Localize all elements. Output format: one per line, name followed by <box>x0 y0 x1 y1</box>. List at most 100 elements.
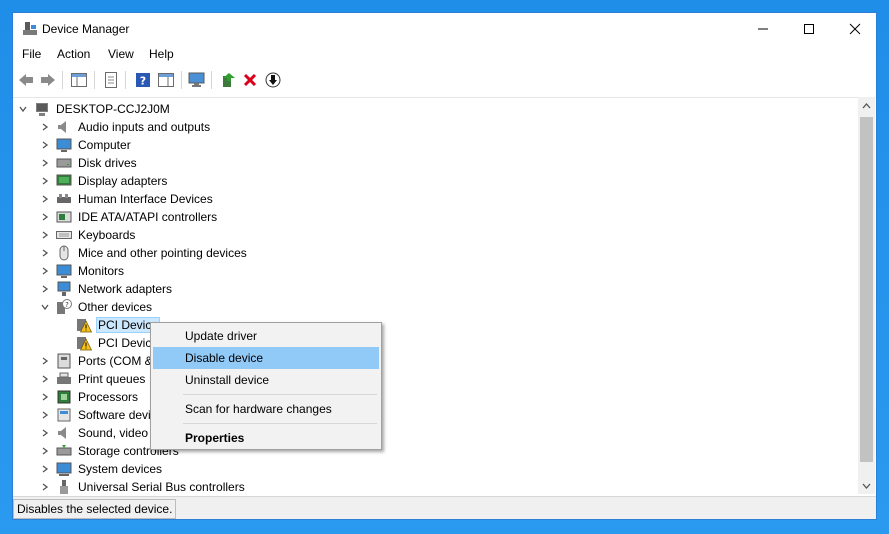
network-adapter-icon <box>56 281 72 297</box>
tree-root[interactable]: DESKTOP-CCJ2J0M <box>17 100 172 118</box>
back-icon <box>19 74 33 86</box>
unknown-device-icon: ? <box>56 299 72 315</box>
chevron-down-icon[interactable] <box>17 100 29 118</box>
tree-item-label: Mice and other pointing devices <box>78 246 247 260</box>
tree-item-monitors[interactable]: Monitors <box>39 262 126 280</box>
svg-text:?: ? <box>65 301 69 309</box>
close-button[interactable] <box>832 13 876 45</box>
uninstall-device-icon <box>243 73 257 87</box>
menu-item-disable-device[interactable]: Disable device <box>153 347 379 369</box>
scroll-thumb[interactable] <box>860 117 873 462</box>
disk-drive-icon <box>56 155 72 171</box>
tree-item-pci-device-1[interactable]: PCI Device <box>71 316 161 334</box>
update-driver-button[interactable] <box>218 70 238 90</box>
chevron-right-icon[interactable] <box>39 190 51 208</box>
software-device-icon <box>56 407 72 423</box>
tree-item-computer[interactable]: Computer <box>39 136 133 154</box>
chevron-right-icon[interactable] <box>39 280 51 298</box>
chevron-right-icon[interactable] <box>39 154 51 172</box>
chevron-right-icon[interactable] <box>39 172 51 190</box>
chevron-right-icon[interactable] <box>39 460 51 478</box>
tree-item-label: System devices <box>78 462 163 476</box>
display-adapter-icon <box>56 173 72 189</box>
chevron-right-icon[interactable] <box>39 370 51 388</box>
chevron-right-icon[interactable] <box>39 352 51 370</box>
disable-device-button[interactable] <box>263 70 283 90</box>
menu-view[interactable]: View <box>108 47 134 61</box>
system-device-icon <box>56 461 72 477</box>
menu-separator <box>183 423 377 424</box>
window-title: Device Manager <box>42 22 130 36</box>
tree-item-system-devices[interactable]: System devices <box>39 460 164 478</box>
tree-item-processors[interactable]: Processors <box>39 388 140 406</box>
tree-item-audio[interactable]: Audio inputs and outputs <box>39 118 212 136</box>
tree-item-keyboards[interactable]: Keyboards <box>39 226 137 244</box>
menu-item-properties[interactable]: Properties <box>153 427 379 449</box>
chevron-right-icon[interactable] <box>39 406 51 424</box>
menu-item-label: Scan for hardware changes <box>185 402 332 416</box>
keyboard-icon <box>56 227 72 243</box>
back-button[interactable] <box>16 70 36 90</box>
toolbar-separator <box>181 71 182 89</box>
chevron-right-icon[interactable] <box>39 262 51 280</box>
menu-item-scan-hardware[interactable]: Scan for hardware changes <box>153 398 379 420</box>
scroll-up-button[interactable] <box>858 97 875 114</box>
chevron-down-icon[interactable] <box>39 298 51 316</box>
tree-item-print-queues[interactable]: Print queues <box>39 370 147 388</box>
device-tree[interactable]: DESKTOP-CCJ2J0M Audio inputs and outputs… <box>13 97 858 495</box>
speaker-icon <box>56 119 72 135</box>
forward-button[interactable] <box>38 70 58 90</box>
chevron-right-icon[interactable] <box>39 244 51 262</box>
minimize-button[interactable] <box>740 13 786 45</box>
chevron-right-icon[interactable] <box>39 118 51 136</box>
maximize-button[interactable] <box>786 13 832 45</box>
scan-hardware-icon <box>188 72 205 87</box>
ide-controller-icon <box>56 209 72 225</box>
forward-icon <box>41 74 55 86</box>
tree-item-mice[interactable]: Mice and other pointing devices <box>39 244 249 262</box>
chevron-right-icon[interactable] <box>39 226 51 244</box>
properties-icon <box>105 72 117 88</box>
context-menu: Update driver Disable device Uninstall d… <box>150 322 382 450</box>
computer-icon <box>34 101 50 117</box>
tree-item-network[interactable]: Network adapters <box>39 280 174 298</box>
chevron-right-icon[interactable] <box>39 208 51 226</box>
chevron-right-icon[interactable] <box>39 388 51 406</box>
properties-button[interactable] <box>101 70 121 90</box>
maximize-icon <box>804 24 814 34</box>
scroll-down-button[interactable] <box>858 477 875 494</box>
menu-action[interactable]: Action <box>57 47 90 61</box>
tree-item-display-adapters[interactable]: Display adapters <box>39 172 169 190</box>
tree-item-pci-device-2[interactable]: PCI Device <box>71 334 160 352</box>
menu-item-update-driver[interactable]: Update driver <box>153 325 379 347</box>
menu-item-uninstall-device[interactable]: Uninstall device <box>153 369 379 391</box>
chevron-right-icon[interactable] <box>39 442 51 460</box>
menu-bar: File Action View Help <box>13 45 876 65</box>
tree-item-label: Universal Serial Bus controllers <box>78 480 245 494</box>
chevron-right-icon[interactable] <box>39 424 51 442</box>
menu-file[interactable]: File <box>22 47 41 61</box>
disable-device-icon <box>265 72 281 88</box>
uninstall-device-button[interactable] <box>240 70 260 90</box>
help-button[interactable]: ? <box>133 70 153 90</box>
chevron-right-icon[interactable] <box>39 136 51 154</box>
tree-item-label: Keyboards <box>78 228 136 242</box>
tree-item-disk-drives[interactable]: Disk drives <box>39 154 139 172</box>
scan-hardware-button[interactable] <box>187 70 207 90</box>
close-icon <box>849 23 861 35</box>
tree-item-hid[interactable]: Human Interface Devices <box>39 190 215 208</box>
chevron-right-icon[interactable] <box>39 478 51 495</box>
vertical-scrollbar[interactable] <box>858 97 875 494</box>
show-hide-console-tree-button[interactable] <box>69 70 89 90</box>
tree-item-label: Print queues <box>78 372 146 386</box>
tree-item-label: IDE ATA/ATAPI controllers <box>78 210 218 224</box>
menu-help[interactable]: Help <box>149 47 174 61</box>
usb-icon <box>56 479 72 495</box>
tree-item-usb-controllers[interactable]: Universal Serial Bus controllers <box>39 478 247 495</box>
action-pane-button[interactable] <box>156 70 176 90</box>
menu-item-label: Properties <box>185 431 245 445</box>
title-bar: Device Manager <box>13 13 876 45</box>
tree-item-ide-ata[interactable]: IDE ATA/ATAPI controllers <box>39 208 219 226</box>
help-icon: ? <box>136 73 150 88</box>
tree-item-other-devices[interactable]: ? Other devices <box>39 298 154 316</box>
